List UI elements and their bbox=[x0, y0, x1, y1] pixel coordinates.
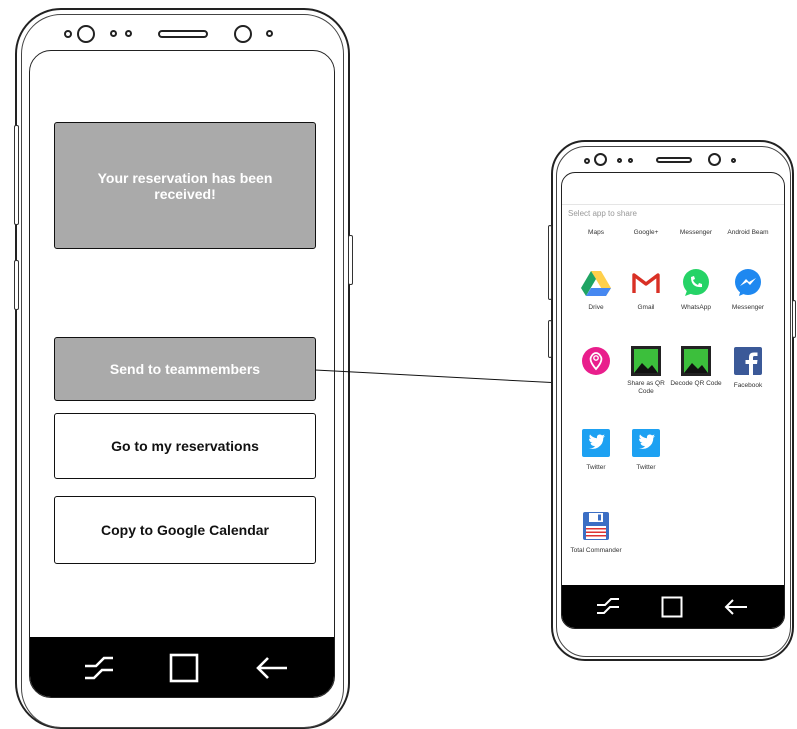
sensor-dot bbox=[125, 30, 132, 37]
go-to-reservations-label: Go to my reservations bbox=[111, 438, 259, 454]
app-label: Total Commander bbox=[570, 547, 622, 554]
app-label: Gmail bbox=[637, 304, 655, 311]
navigation-bar bbox=[30, 637, 334, 697]
front-camera-icon bbox=[594, 153, 607, 166]
share-app-gmail[interactable]: Gmail bbox=[620, 268, 672, 312]
app-label: Twitter bbox=[586, 464, 606, 471]
partial-app-label[interactable]: Android Beam bbox=[722, 229, 774, 237]
power-button-left-side bbox=[14, 260, 19, 310]
whatsapp-icon bbox=[681, 268, 711, 298]
share-app-total-commander[interactable]: Total Commander bbox=[570, 511, 622, 555]
volume-button-left bbox=[14, 125, 19, 225]
sensor-dot bbox=[731, 158, 736, 163]
floppy-disk-icon bbox=[581, 511, 611, 541]
app-label: Decode QR Code bbox=[670, 380, 722, 387]
partial-app-label[interactable]: Maps bbox=[570, 229, 622, 237]
back-arrow-icon[interactable] bbox=[255, 655, 289, 681]
share-app-facebook[interactable]: Facebook bbox=[722, 346, 774, 390]
image-icon bbox=[631, 346, 661, 376]
sensor-dot bbox=[64, 30, 72, 38]
share-app-share-as-qr[interactable]: Share as QR Code bbox=[620, 346, 672, 395]
partial-app-label[interactable]: Messenger bbox=[670, 229, 722, 237]
earpiece-speaker bbox=[158, 30, 208, 38]
recent-apps-icon[interactable] bbox=[82, 654, 116, 682]
gmail-icon bbox=[631, 268, 661, 298]
copy-to-google-calendar-button[interactable]: Copy to Google Calendar bbox=[54, 496, 316, 564]
app-label: Twitter bbox=[636, 464, 656, 471]
share-app-drive[interactable]: Drive bbox=[570, 268, 622, 312]
earpiece-speaker bbox=[656, 157, 692, 163]
share-sheet-title: Select app to share bbox=[568, 209, 637, 218]
messenger-icon bbox=[733, 268, 763, 298]
iris-scanner-icon bbox=[234, 25, 252, 43]
volume-button-right-phone bbox=[548, 225, 552, 300]
facebook-icon bbox=[733, 346, 763, 376]
share-sheet-screen: Select app to share Maps Google+ Messeng… bbox=[561, 172, 785, 629]
confirmation-message: Your reservation has been received! bbox=[97, 169, 273, 202]
front-camera-icon bbox=[77, 25, 95, 43]
go-to-reservations-button[interactable]: Go to my reservations bbox=[54, 413, 316, 479]
home-icon[interactable] bbox=[169, 653, 199, 683]
iris-scanner-icon bbox=[708, 153, 721, 166]
share-app-twitter[interactable]: Twitter bbox=[570, 428, 622, 472]
screen-left: Your reservation has been received! Send… bbox=[29, 50, 335, 698]
share-app-pin[interactable] bbox=[570, 346, 622, 382]
app-label: Share as QR Code bbox=[627, 380, 665, 395]
sensor-dot bbox=[584, 158, 590, 164]
share-app-messenger[interactable]: Messenger bbox=[722, 268, 774, 312]
twitter-icon bbox=[631, 428, 661, 458]
home-icon[interactable] bbox=[661, 596, 683, 618]
power-button-right-phone bbox=[792, 300, 796, 338]
sensor-dot bbox=[617, 158, 622, 163]
recent-apps-icon[interactable] bbox=[595, 595, 621, 617]
app-label: Messenger bbox=[731, 304, 765, 311]
image-icon bbox=[681, 346, 711, 376]
twitter-icon bbox=[581, 428, 611, 458]
location-pin-icon bbox=[581, 346, 611, 376]
sensor-dot bbox=[266, 30, 273, 37]
share-app-twitter[interactable]: Twitter bbox=[620, 428, 672, 472]
navigation-bar bbox=[562, 585, 784, 628]
back-arrow-icon[interactable] bbox=[723, 597, 749, 617]
divider bbox=[562, 204, 784, 205]
share-app-decode-qr[interactable]: Decode QR Code bbox=[670, 346, 722, 388]
google-drive-icon bbox=[581, 268, 611, 298]
bixby-button-right-phone bbox=[548, 320, 552, 358]
share-app-whatsapp[interactable]: WhatsApp bbox=[670, 268, 722, 312]
send-to-teammembers-button[interactable]: Send to teammembers bbox=[54, 337, 316, 401]
app-label: Drive bbox=[588, 304, 604, 311]
side-button-right bbox=[348, 235, 353, 285]
app-label: Facebook bbox=[733, 382, 763, 389]
partial-app-label[interactable]: Google+ bbox=[620, 229, 672, 237]
send-to-teammembers-label: Send to teammembers bbox=[109, 361, 261, 377]
sensor-dot bbox=[628, 158, 633, 163]
app-label: WhatsApp bbox=[681, 304, 711, 311]
copy-to-google-calendar-label: Copy to Google Calendar bbox=[100, 522, 269, 538]
sensor-dot bbox=[110, 30, 117, 37]
confirmation-message-card: Your reservation has been received! bbox=[54, 122, 316, 249]
